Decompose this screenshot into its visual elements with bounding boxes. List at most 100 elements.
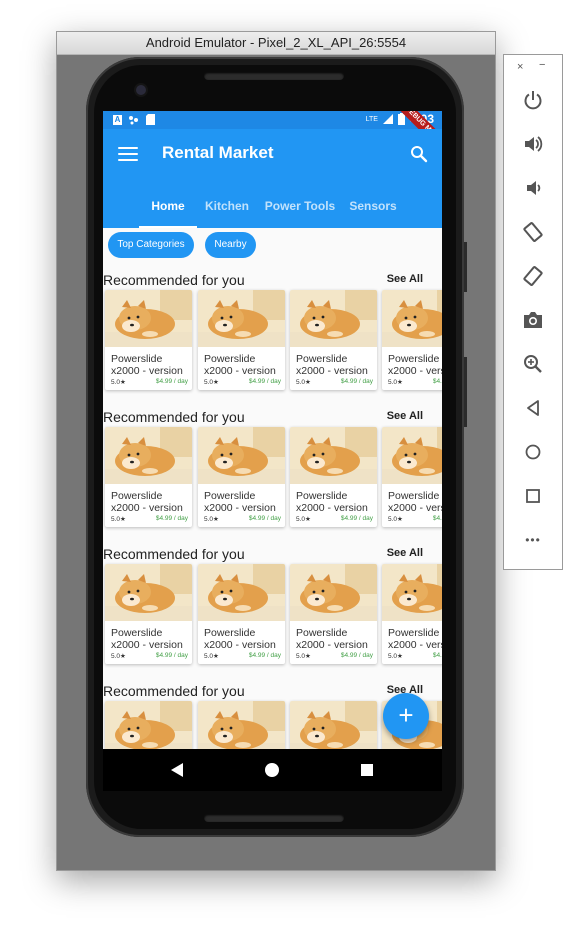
tab-power-tools[interactable]: Power Tools — [263, 199, 337, 228]
product-card[interactable]: Powerslide x2000 - version5.0★$4.99 / da… — [290, 290, 377, 390]
product-rating: 5.0★ — [111, 653, 126, 660]
signal-icon — [382, 114, 393, 124]
see-all-link[interactable]: See All — [387, 410, 423, 422]
product-name: Powerslide x2000 - version — [204, 627, 276, 651]
product-image — [198, 427, 285, 484]
product-rating: 5.0★ — [111, 516, 126, 523]
product-card[interactable]: Powerslide x2000 - version5.0★$4.99 / da… — [290, 427, 377, 527]
product-name: Powerslide x2000 - version — [111, 627, 183, 651]
product-card[interactable]: Powerslide x2000 - version5.0★$4.99 / da… — [382, 427, 442, 527]
tab-kitchen[interactable]: Kitchen — [200, 199, 254, 228]
network-activity-icon — [129, 115, 138, 124]
app-bar: Rental Market Home Kitchen Power Tools S… — [103, 129, 442, 228]
power-side-button — [464, 357, 467, 427]
product-price: $4.99 / day — [432, 652, 442, 659]
product-image — [290, 701, 377, 749]
product-card[interactable]: Powerslide x2000 - version5.0★$4.99 / da… — [290, 701, 377, 749]
product-price: $4.99 / day — [432, 515, 442, 522]
section-title: Recommended for you — [103, 272, 245, 288]
product-rating: 5.0★ — [111, 379, 126, 386]
product-card[interactable]: Powerslide x2000 - version5.0★$4.99 / da… — [198, 427, 285, 527]
section-title: Recommended for you — [103, 683, 245, 699]
product-image — [105, 701, 192, 749]
rotate-left-icon[interactable] — [522, 221, 544, 243]
home-content: Top Categories Nearby Recommended for yo… — [103, 228, 442, 749]
product-image — [382, 427, 442, 484]
volume-down-icon[interactable] — [522, 177, 544, 199]
sd-card-icon — [146, 114, 155, 125]
product-name: Powerslide x2000 - version — [204, 490, 276, 514]
product-name: Powerslide x2000 - version — [204, 353, 276, 377]
product-price: $4.99 / day — [248, 378, 281, 385]
back-icon[interactable] — [522, 397, 544, 419]
product-rating: 5.0★ — [388, 653, 403, 660]
product-card[interactable]: Powerslide x2000 - version5.0★$4.99 / da… — [105, 427, 192, 527]
recents-icon[interactable] — [361, 764, 373, 776]
product-name: Powerslide x2000 - version — [296, 490, 368, 514]
see-all-link[interactable]: See All — [387, 547, 423, 559]
product-name: Powerslide x2000 - version — [388, 353, 442, 377]
product-image — [198, 701, 285, 749]
device-screen: A LTE 4:03 DEBUG MODE Rental Market Home… — [103, 111, 442, 791]
product-price: $4.99 / day — [155, 378, 188, 385]
product-image — [382, 564, 442, 621]
power-icon[interactable] — [522, 89, 544, 111]
product-image — [105, 290, 192, 347]
front-camera — [136, 85, 146, 95]
product-card[interactable]: Powerslide x2000 - version5.0★$4.99 / da… — [105, 701, 192, 749]
product-card[interactable]: Powerslide x2000 - version 5.0★ $4.99 / da… — [198, 564, 285, 664]
more-icon[interactable]: ••• — [522, 529, 544, 551]
menu-icon[interactable] — [118, 147, 138, 163]
recommended-section: Recommended for you See All Powerslide x20… — [103, 409, 442, 546]
product-rating: 5.0★ — [204, 379, 219, 386]
add-fab-button[interactable]: + — [383, 693, 429, 739]
section-title: Recommended for you — [103, 546, 245, 562]
recommended-section: Recommended for you See All Powerslide x20… — [103, 272, 442, 409]
rotate-right-icon[interactable] — [522, 265, 544, 287]
product-price: $4.99 / day — [248, 515, 281, 522]
product-card[interactable]: Powerslide x2000 - version 5.0★ $4.99 / da… — [382, 564, 442, 664]
product-name: Powerslide x2000 - version — [111, 490, 183, 514]
volume-up-icon[interactable] — [522, 133, 544, 155]
product-rating: 5.0★ — [296, 379, 311, 386]
minimize-icon[interactable]: − — [539, 59, 545, 71]
network-type: LTE — [365, 115, 378, 123]
toolbar-window-controls: × − — [504, 59, 562, 73]
camera-icon[interactable] — [522, 309, 544, 331]
zoom-icon[interactable] — [522, 353, 544, 375]
product-card[interactable]: Powerslide x2000 - version5.0★$4.99 / da… — [382, 290, 442, 390]
product-image — [290, 290, 377, 347]
app-title: Rental Market — [162, 143, 274, 162]
a-notification-icon: A — [113, 114, 122, 125]
product-price: $4.99 / day — [340, 378, 373, 385]
product-price: $4.99 / day — [248, 652, 281, 659]
tab-sensors[interactable]: Sensors — [346, 199, 400, 228]
product-card[interactable]: Powerslide x2000 - version5.0★$4.99 / da… — [198, 701, 285, 749]
product-name: Powerslide x2000 - version — [111, 353, 183, 377]
back-icon[interactable] — [171, 763, 183, 777]
status-left-icons: A — [113, 114, 155, 125]
product-name: Powerslide x2000 - version — [296, 627, 368, 651]
overview-icon[interactable] — [522, 485, 544, 507]
chip-nearby[interactable]: Nearby — [205, 232, 256, 258]
product-image — [198, 290, 285, 347]
close-icon[interactable]: × — [517, 61, 523, 73]
product-image — [290, 427, 377, 484]
product-image — [290, 564, 377, 621]
home-icon[interactable] — [265, 763, 279, 777]
recommended-section: Recommended for you See All Powerslide x20… — [103, 546, 442, 683]
product-card[interactable]: Powerslide x2000 - version5.0★$4.99 / da… — [105, 564, 192, 664]
search-icon[interactable] — [410, 145, 428, 163]
product-name: Powerslide x2000 - version — [388, 627, 442, 651]
home-icon[interactable] — [522, 441, 544, 463]
product-rating: 5.0★ — [204, 653, 219, 660]
chip-top-categories[interactable]: Top Categories — [108, 232, 194, 258]
see-all-link[interactable]: See All — [387, 273, 423, 285]
earpiece-speaker — [204, 72, 344, 80]
product-name: Powerslide x2000 - version — [388, 490, 442, 514]
emulator-toolbar: × − ••• — [503, 54, 563, 570]
product-card[interactable]: Powerslide x2000 - version5.0★$4.99 / da… — [290, 564, 377, 664]
product-card[interactable]: Powerslide x2000 - version 5.0★ $4.99 / da… — [105, 290, 192, 390]
product-card[interactable]: Powerslide x2000 - version 5.0★ $4.99 / da… — [198, 290, 285, 390]
tab-home[interactable]: Home — [139, 199, 197, 228]
